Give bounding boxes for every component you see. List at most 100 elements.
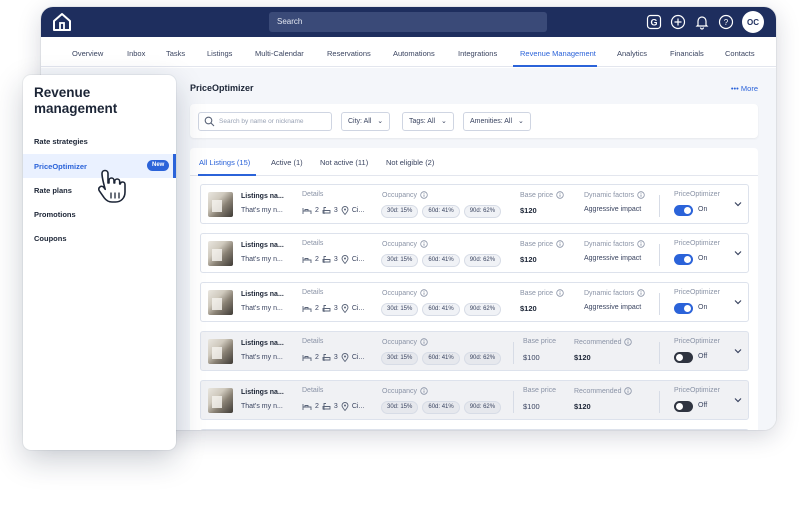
bed-icon [302, 305, 312, 312]
listing-name[interactable]: Listings na... [241, 340, 284, 347]
bell-icon[interactable] [694, 14, 710, 30]
tags-filter[interactable]: Tags: All ⌄ [402, 112, 454, 131]
listing-row[interactable]: Listings na... That's my n... Details 2 … [200, 380, 749, 420]
info-icon[interactable] [420, 191, 428, 199]
listing-details: 2 3 Ci... [302, 353, 364, 362]
info-icon[interactable] [420, 338, 428, 346]
price-optimizer-toggle[interactable] [674, 205, 693, 216]
chevron-down-icon[interactable] [733, 248, 743, 258]
bath-icon [322, 305, 331, 312]
sidebar-item-promotions[interactable]: Promotions [34, 210, 76, 219]
price-optimizer-label: PriceOptimizer [674, 338, 720, 345]
info-icon[interactable] [637, 240, 645, 248]
nav-contacts[interactable]: Contacts [725, 49, 755, 58]
sidebar-title: Revenue management [34, 85, 118, 116]
nav-listings[interactable]: Listings [207, 49, 232, 58]
tab-all-listings[interactable]: All Listings (15) [199, 158, 250, 167]
base-price-label-text: Base price [520, 191, 554, 199]
nav-automations[interactable]: Automations [393, 49, 435, 58]
info-icon[interactable] [624, 387, 633, 395]
city-filter[interactable]: City: All ⌄ [341, 112, 391, 131]
column-divider [659, 244, 660, 266]
info-icon[interactable] [637, 191, 645, 199]
sidebar-item-rate-strategies[interactable]: Rate strategies [34, 137, 88, 146]
occupancy-60d: 60d: 41% [422, 205, 460, 218]
nav-multi-calendar[interactable]: Multi-Calendar [255, 49, 304, 58]
nav-analytics[interactable]: Analytics [617, 49, 647, 58]
beds-count: 2 [315, 354, 319, 361]
info-icon[interactable] [637, 289, 645, 297]
info-icon[interactable] [556, 240, 564, 248]
info-icon[interactable] [420, 289, 428, 297]
amenities-filter[interactable]: Amenities: All ⌄ [463, 112, 531, 131]
nav-revenue-management[interactable]: Revenue Management [520, 49, 596, 58]
nav-active-indicator [513, 65, 597, 67]
price-optimizer-toggle[interactable] [674, 254, 693, 265]
occupancy-label-text: Occupancy [382, 191, 418, 199]
occupancy-pills: 30d: 15% 60d: 41% 90d: 62% [381, 401, 502, 414]
price-optimizer-label: PriceOptimizer [674, 240, 720, 247]
info-icon[interactable] [624, 338, 633, 346]
occupancy-pills: 30d: 15% 60d: 41% 90d: 62% [381, 205, 502, 218]
beds-count: 2 [315, 403, 319, 410]
info-icon[interactable] [556, 289, 564, 297]
listing-search-input[interactable]: Search by name or nickname [198, 112, 332, 131]
info-icon[interactable] [420, 240, 428, 248]
listing-row[interactable]: Listings na... That's my n... Details 2 … [200, 184, 749, 224]
listing-city: Ci... [351, 403, 365, 410]
nav-inbox[interactable]: Inbox [127, 49, 145, 58]
tab-active[interactable]: Active (1) [271, 158, 303, 167]
occupancy-90d: 90d: 62% [463, 205, 502, 218]
occupancy-30d: 30d: 15% [381, 303, 419, 316]
recommended-label-text: Recommended [574, 338, 622, 346]
nav-integrations[interactable]: Integrations [458, 49, 497, 58]
nav-reservations[interactable]: Reservations [327, 49, 371, 58]
price-optimizer-toggle[interactable] [674, 352, 693, 363]
chevron-down-icon[interactable] [733, 297, 743, 307]
occupancy-label: Occupancy [382, 240, 428, 248]
nav-tasks[interactable]: Tasks [166, 49, 185, 58]
column-divider [659, 293, 660, 315]
plus-circle-icon[interactable] [670, 14, 686, 30]
more-button[interactable]: ••• More [731, 84, 758, 93]
info-icon[interactable] [420, 387, 428, 395]
tab-not-active[interactable]: Not active (11) [320, 158, 368, 167]
help-icon[interactable]: ? [718, 14, 734, 30]
global-search-input[interactable]: Search [269, 12, 547, 32]
recommended-label: Recommended [574, 338, 633, 346]
guesty-g-icon[interactable]: G [646, 14, 662, 30]
occupancy-label: Occupancy [382, 191, 428, 199]
info-icon[interactable] [556, 191, 564, 199]
dynamic-factors-label-text: Dynamic factors [584, 240, 635, 248]
svg-text:G: G [650, 18, 657, 28]
column-divider [513, 391, 514, 413]
nav-financials[interactable]: Financials [670, 49, 704, 58]
chevron-down-icon[interactable] [733, 395, 743, 405]
tags-filter-label: Tags: [409, 118, 426, 125]
listing-thumbnail [208, 290, 233, 315]
tab-not-eligible[interactable]: Not eligible (2) [386, 158, 434, 167]
price-optimizer-toggle[interactable] [674, 303, 693, 314]
listing-row[interactable]: Listings na... That's my n... Details 2 … [200, 282, 749, 322]
location-pin-icon [341, 206, 349, 215]
listing-thumbnail [208, 339, 233, 364]
price-optimizer-toggle[interactable] [674, 401, 693, 412]
listing-name[interactable]: Listings na... [241, 242, 284, 249]
sidebar-item-coupons[interactable]: Coupons [34, 234, 67, 243]
sidebar-item-priceoptimizer[interactable]: PriceOptimizer [34, 162, 87, 171]
occupancy-60d: 60d: 41% [422, 401, 460, 414]
home-logo[interactable] [51, 11, 73, 33]
listing-name[interactable]: Listings na... [241, 291, 284, 298]
listing-city: Ci... [351, 354, 365, 361]
listing-name[interactable]: Listings na... [241, 389, 284, 396]
listing-row[interactable]: Listings na... That's my n... Details 2 … [200, 331, 749, 371]
chevron-down-icon[interactable] [733, 199, 743, 209]
listing-row[interactable]: Listings na... That's my n... Details 2 … [200, 233, 749, 273]
chevron-down-icon[interactable] [733, 346, 743, 356]
user-avatar[interactable]: OC [742, 11, 764, 33]
nav-overview[interactable]: Overview [72, 49, 103, 58]
listing-name[interactable]: Listings na... [241, 193, 284, 200]
occupancy-90d: 90d: 62% [463, 352, 502, 365]
amenities-filter-value: All [504, 118, 513, 125]
sidebar-item-rate-plans[interactable]: Rate plans [34, 186, 72, 195]
